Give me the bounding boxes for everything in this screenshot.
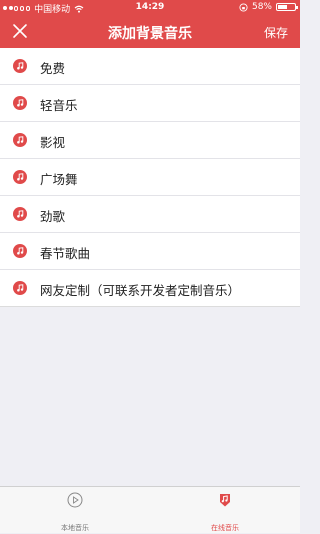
play-circle-icon	[67, 492, 83, 508]
category-item-film[interactable]: 影视	[0, 122, 300, 159]
tab-label: 本地音乐	[61, 524, 89, 532]
battery-percent: 58%	[251, 2, 272, 12]
category-label: 广场舞	[40, 172, 78, 187]
save-button[interactable]: 保存	[264, 24, 288, 41]
category-label: 春节歌曲	[40, 246, 91, 261]
category-item-square-dance[interactable]: 广场舞	[0, 159, 300, 196]
category-label: 免费	[40, 61, 66, 76]
online-music-icon	[220, 494, 230, 507]
tab-label: 在线音乐	[211, 524, 239, 532]
music-note-icon	[13, 133, 27, 147]
tab-local-music[interactable]: 本地音乐	[0, 487, 150, 534]
category-label: 轻音乐	[40, 98, 78, 113]
music-note-icon	[13, 96, 27, 110]
page-title: 添加背景音乐	[108, 26, 192, 42]
category-item-custom[interactable]: 网友定制（可联系开发者定制音乐）	[0, 270, 300, 307]
battery-icon	[276, 3, 298, 11]
music-note-icon	[13, 59, 27, 73]
status-bar: 中国移动 14:29 58%	[0, 0, 300, 15]
category-label: 劲歌	[40, 209, 66, 224]
category-item-free[interactable]: 免费	[0, 48, 300, 85]
category-item-light-music[interactable]: 轻音乐	[0, 85, 300, 122]
tab-online-music[interactable]: 在线音乐	[150, 487, 300, 534]
rotation-lock-icon	[239, 2, 248, 12]
category-item-spring-festival[interactable]: 春节歌曲	[0, 233, 300, 270]
category-item-power-songs[interactable]: 劲歌	[0, 196, 300, 233]
music-note-icon	[13, 281, 27, 295]
category-label: 影视	[40, 135, 66, 150]
music-note-icon	[13, 170, 27, 184]
category-list: 免费 轻音乐 影视 广场舞 劲歌 春节歌曲 网友定制（可联系开发者定制音乐）	[0, 48, 300, 307]
category-label: 网友定制（可联系开发者定制音乐）	[40, 283, 241, 298]
tab-bar: 本地音乐 在线音乐	[0, 486, 300, 533]
status-right: 58%	[239, 2, 298, 12]
music-note-icon	[13, 207, 27, 221]
navigation-bar: 添加背景音乐 保存	[0, 15, 300, 48]
music-note-icon	[13, 244, 27, 258]
